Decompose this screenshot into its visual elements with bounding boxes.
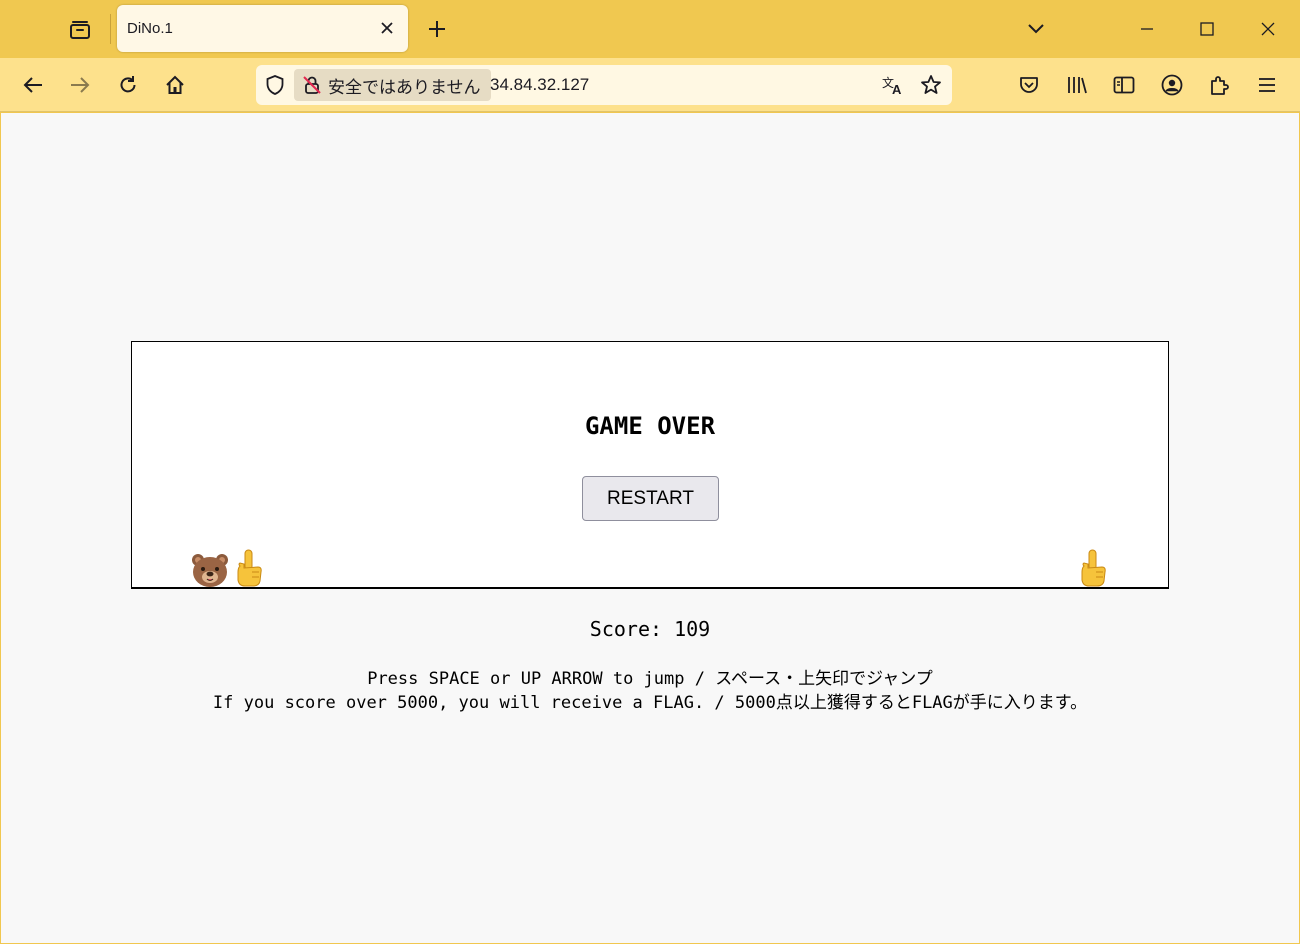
shield-icon (266, 75, 284, 95)
insecure-lock-icon (303, 76, 321, 94)
new-tab-button[interactable] (422, 14, 452, 44)
reload-icon (120, 76, 136, 93)
minimize-button[interactable] (1127, 10, 1167, 48)
security-label: 安全ではありません (328, 77, 481, 98)
pointing-up-finger-icon (1081, 549, 1106, 587)
close-icon (381, 22, 393, 34)
translate-icon: 文 A (882, 75, 902, 96)
forward-button[interactable] (63, 68, 97, 102)
url-text[interactable]: 34.84.32.127 (490, 75, 589, 95)
active-tab[interactable]: DiNo.1 (117, 5, 408, 52)
bookmark-star-button[interactable] (918, 73, 944, 97)
site-security-indicator[interactable]: 安全ではありません (294, 69, 491, 101)
pocket-button[interactable] (1012, 68, 1046, 102)
maximize-icon (1200, 22, 1214, 36)
close-icon (1261, 22, 1275, 36)
maximize-button[interactable] (1187, 10, 1227, 48)
account-icon (1161, 74, 1183, 96)
tab-close-button[interactable] (376, 17, 398, 39)
account-button[interactable] (1155, 68, 1189, 102)
firefox-view-icon (70, 21, 90, 39)
list-all-tabs-button[interactable] (1020, 14, 1052, 44)
bear-face-icon (192, 554, 228, 587)
sidebar-icon (1113, 76, 1135, 94)
firefox-view-button[interactable] (60, 10, 100, 50)
svg-text:A: A (892, 82, 902, 96)
app-menu-button[interactable] (1250, 68, 1284, 102)
library-button[interactable] (1060, 68, 1094, 102)
sidebar-button[interactable] (1107, 68, 1141, 102)
puzzle-piece-icon (1211, 76, 1229, 95)
window-close-button[interactable] (1248, 10, 1288, 48)
back-button[interactable] (16, 68, 50, 102)
instruction-flag: If you score over 5000, you will receive… (212, 693, 1088, 713)
restart-button[interactable]: RESTART (582, 476, 719, 521)
home-button[interactable] (158, 68, 192, 102)
instruction-jump: Press SPACE or UP ARROW to jump / スペース・上… (367, 669, 933, 689)
translate-button[interactable]: 文 A (880, 73, 906, 97)
tab-divider (110, 14, 111, 44)
minimize-icon (1141, 28, 1153, 30)
game-over-text: GAME OVER (584, 412, 716, 440)
instructions: Press SPACE or UP ARROW to jump / スペース・上… (1, 667, 1299, 715)
reload-button[interactable] (111, 68, 145, 102)
tracking-protection-button[interactable] (262, 73, 288, 97)
tab-strip: DiNo.1 (0, 0, 1300, 58)
game-canvas[interactable]: GAME OVER RESTART (131, 341, 1169, 589)
extensions-button[interactable] (1202, 68, 1236, 102)
url-bar[interactable]: 安全ではありません 34.84.32.127 文 A (256, 65, 952, 105)
page-viewport: GAME OVER RESTART Score: 109 Press SPACE… (1, 113, 1299, 943)
score-display: Score: 109 (589, 617, 711, 641)
star-icon (921, 75, 941, 94)
forward-arrow-icon (71, 77, 90, 93)
chevron-down-icon (1028, 24, 1044, 34)
hamburger-menu-icon (1259, 78, 1275, 92)
home-icon (166, 75, 184, 94)
library-icon (1068, 77, 1087, 94)
navigation-toolbar: 安全ではありません 34.84.32.127 文 A (0, 58, 1300, 112)
back-arrow-icon (23, 77, 42, 93)
pocket-icon (1020, 77, 1038, 93)
plus-icon (429, 21, 445, 37)
tab-title: DiNo.1 (127, 20, 173, 37)
pointing-up-finger-icon (237, 549, 262, 587)
